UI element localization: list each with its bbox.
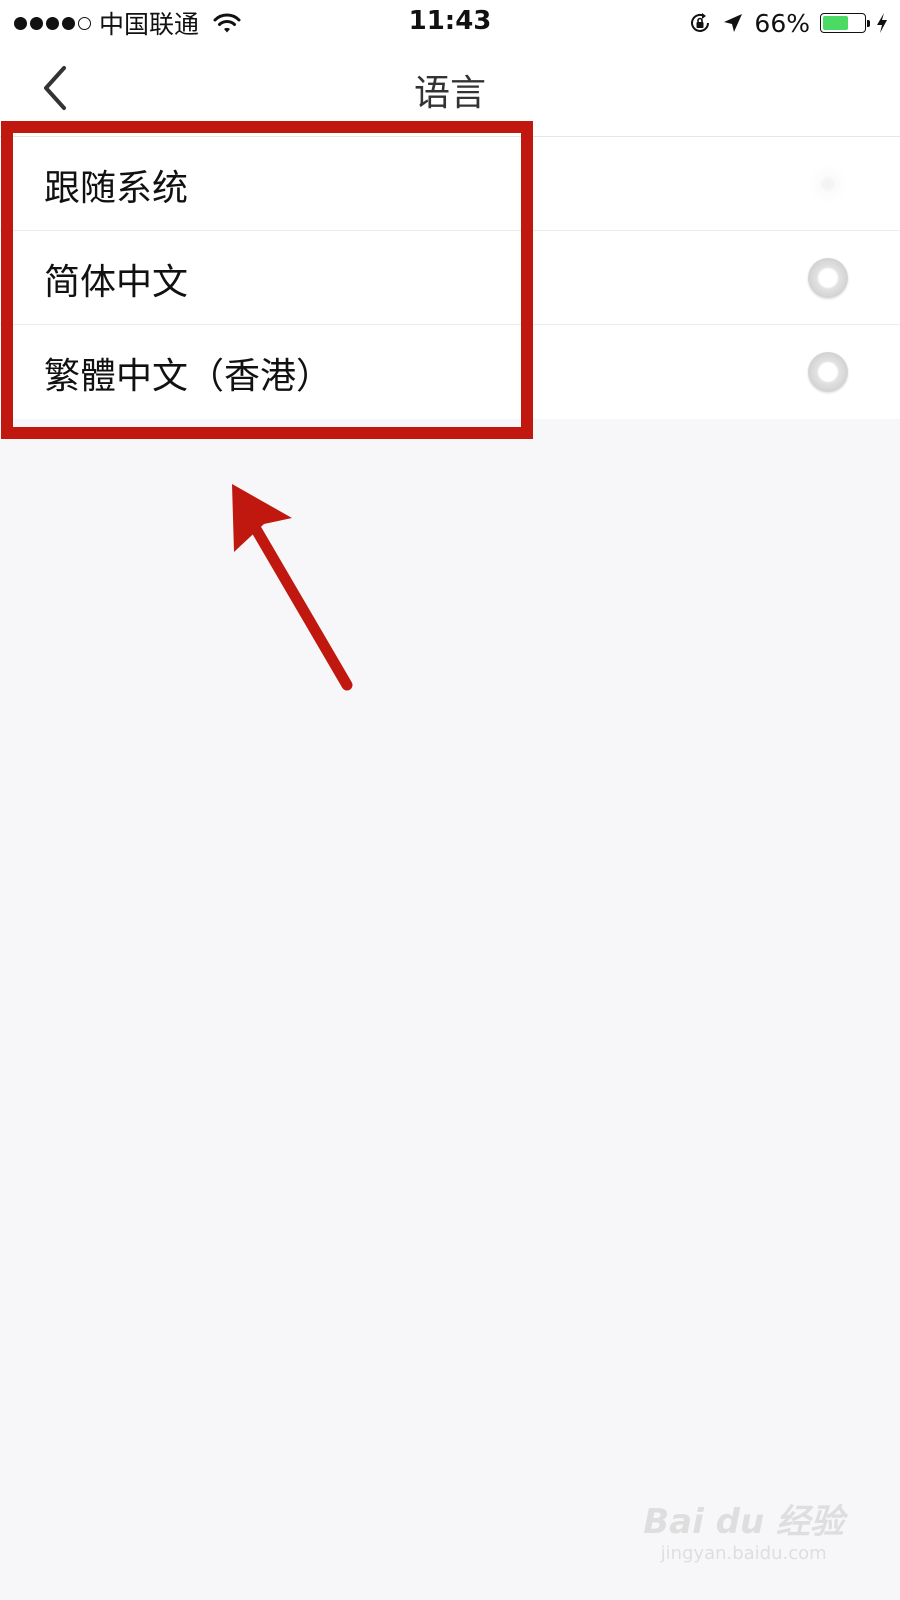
battery-nub	[867, 20, 870, 27]
location-arrow-icon	[724, 14, 743, 32]
orientation-lock-icon	[691, 13, 710, 32]
battery-icon	[820, 13, 870, 33]
watermark-sub: jingyan.baidu.com	[660, 1543, 827, 1564]
watermark-main: Bai du 经验	[643, 1502, 844, 1542]
status-right: 66%	[688, 8, 888, 38]
watermark-logo: Bai du 经验 jingyan.baidu.com	[643, 1494, 844, 1564]
charging-bolt-icon	[877, 13, 887, 33]
radio-unselected-icon[interactable]	[808, 258, 848, 298]
status-bar: 中国联通 11:43 66%	[0, 0, 900, 46]
battery-percent: 66%	[754, 8, 810, 38]
radio-selected-icon[interactable]	[808, 164, 848, 204]
page-title: 语言	[413, 73, 486, 114]
battery-fill	[823, 16, 849, 30]
radio-unselected-icon[interactable]	[808, 352, 848, 392]
annotation-highlight-box	[1, 121, 533, 439]
